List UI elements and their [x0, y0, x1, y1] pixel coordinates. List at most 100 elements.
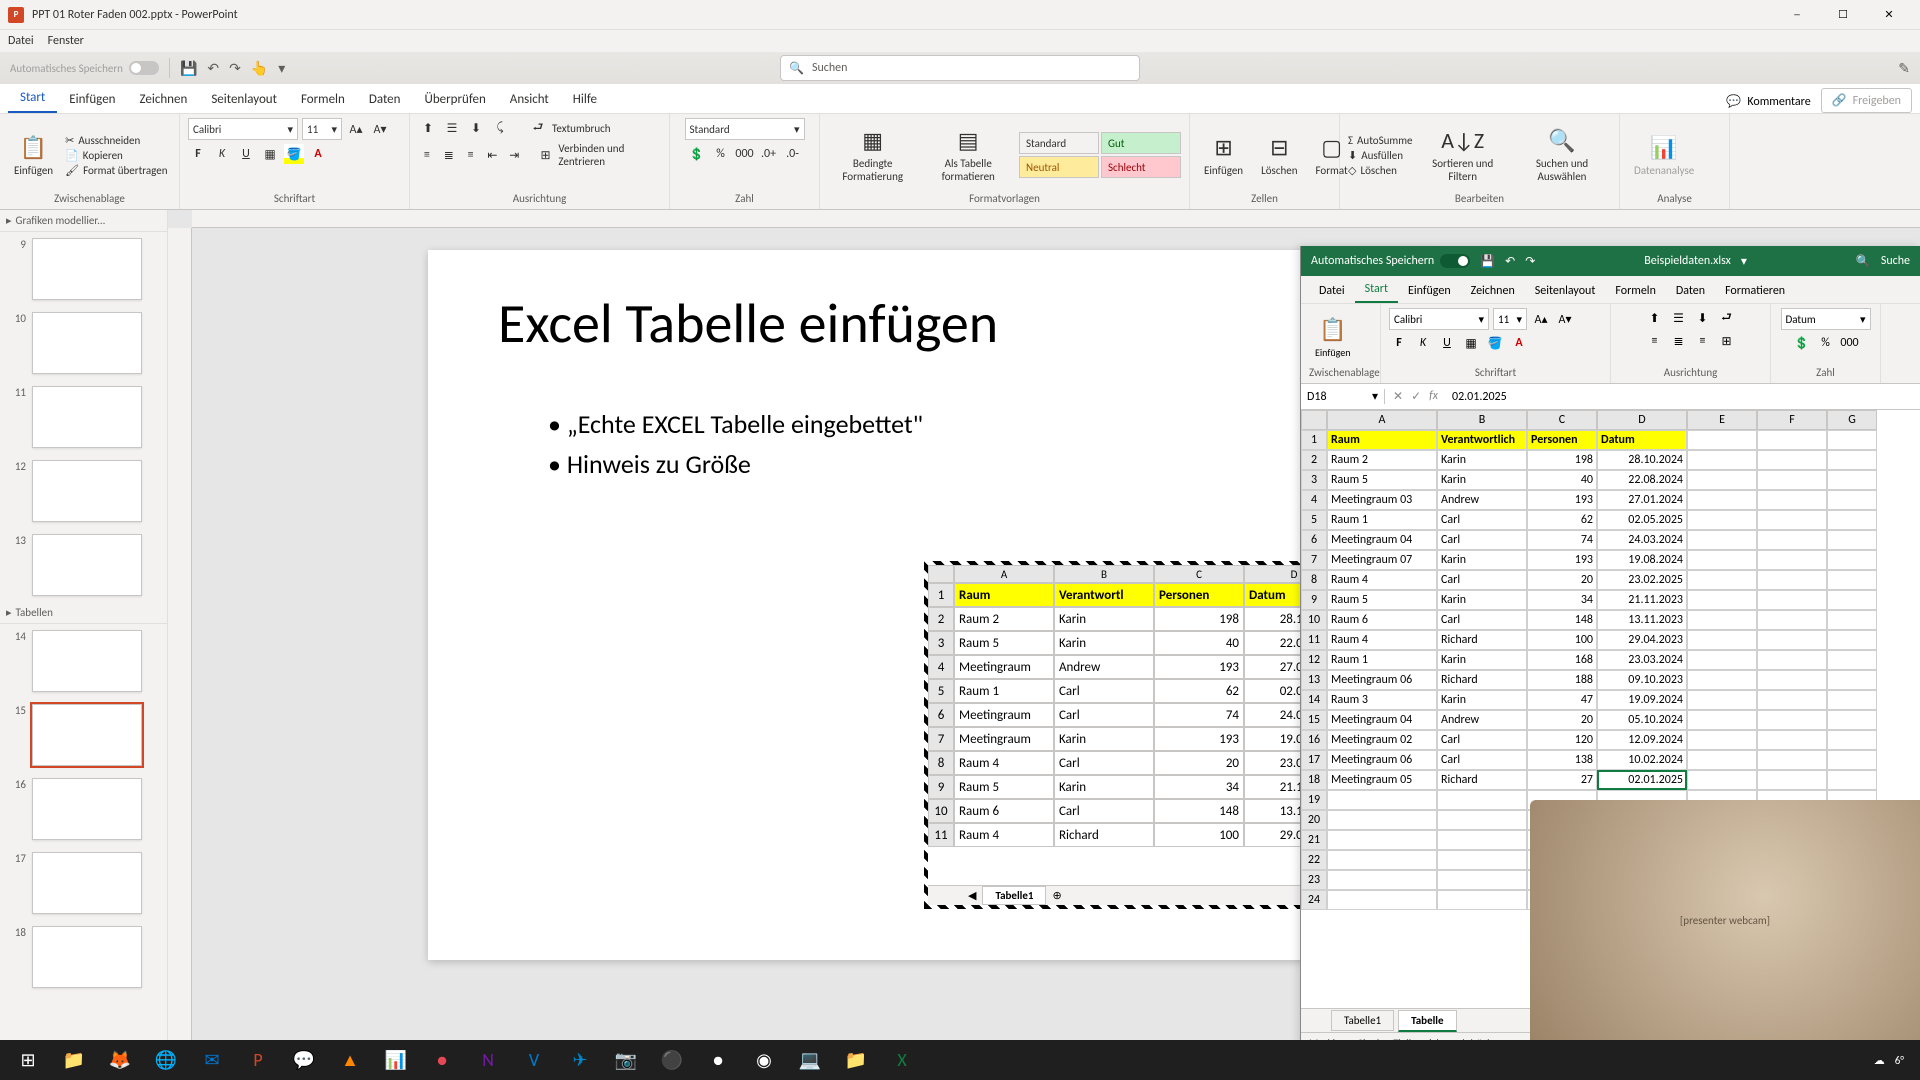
shrink-font-icon[interactable]: A▾ — [370, 119, 390, 139]
align-left-icon[interactable]: ≡ — [418, 145, 436, 165]
minimize-button[interactable]: ─ — [1774, 0, 1820, 30]
taskbar-app7-icon[interactable]: 💻 — [788, 1042, 832, 1078]
embedded-sheet-tab[interactable]: Tabelle1 — [982, 886, 1046, 905]
excel-paste-button[interactable]: 📋Einfügen — [1309, 312, 1357, 363]
redo-icon[interactable]: ↷ — [229, 60, 241, 77]
delete-cells-button[interactable]: ⊟Löschen — [1255, 130, 1303, 181]
excel-tab-datei[interactable]: Datei — [1309, 279, 1355, 303]
excel-shrink-font-icon[interactable]: A▾ — [1555, 309, 1575, 329]
taskbar-explorer-icon[interactable]: 📁 — [52, 1042, 96, 1078]
excel-tab-daten[interactable]: Daten — [1666, 279, 1715, 303]
undo-icon[interactable]: ↶ — [207, 60, 219, 77]
font-color-icon[interactable]: A — [308, 144, 328, 164]
excel-align-left-icon[interactable]: ≡ — [1645, 331, 1665, 351]
taskbar-obs-icon[interactable]: ⚫ — [650, 1042, 694, 1078]
save-icon[interactable]: 💾 — [180, 60, 197, 77]
taskbar-chrome-icon[interactable]: 🌐 — [144, 1042, 188, 1078]
touch-mode-icon[interactable]: 👆 — [251, 60, 268, 77]
taskbar-app5-icon[interactable]: ● — [696, 1042, 740, 1078]
excel-grow-font-icon[interactable]: A▴ — [1531, 309, 1551, 329]
decimal-minus-icon[interactable]: .0- — [783, 144, 803, 164]
excel-bold-icon[interactable]: F — [1389, 333, 1409, 353]
excel-border-icon[interactable]: ▦ — [1461, 333, 1481, 353]
taskbar-onenote-icon[interactable]: N — [466, 1042, 510, 1078]
bold-icon[interactable]: F — [188, 144, 208, 164]
data-analysis-button[interactable]: 📊Datenanalyse — [1628, 130, 1700, 181]
taskbar-app2-icon[interactable]: 📊 — [374, 1042, 418, 1078]
weather-icon[interactable]: ☁ — [1874, 1054, 1885, 1067]
excel-tab-formeln[interactable]: Formeln — [1605, 279, 1665, 303]
excel-percent-icon[interactable]: % — [1816, 333, 1836, 353]
italic-icon[interactable]: K — [212, 144, 232, 164]
excel-tab-zeichnen[interactable]: Zeichnen — [1461, 279, 1525, 303]
tab-start[interactable]: Start — [8, 84, 57, 113]
fx-cancel-icon[interactable]: ✕ — [1393, 389, 1403, 404]
underline-icon[interactable]: U — [236, 144, 256, 164]
taskbar-vscode-icon[interactable]: V — [512, 1042, 556, 1078]
taskbar-app-icon[interactable]: 💬 — [282, 1042, 326, 1078]
excel-sheet-tab-1[interactable]: Tabelle1 — [1331, 1010, 1394, 1031]
start-button[interactable]: ⊞ — [6, 1042, 50, 1078]
excel-align-right-icon[interactable]: ≡ — [1693, 331, 1713, 351]
taskbar-app4-icon[interactable]: 📷 — [604, 1042, 648, 1078]
percent-icon[interactable]: % — [711, 144, 731, 164]
fx-icon[interactable]: fx — [1429, 389, 1438, 404]
excel-tab-seitenlayout[interactable]: Seitenlayout — [1525, 279, 1606, 303]
excel-tab-start[interactable]: Start — [1355, 277, 1398, 303]
border-icon[interactable]: ▦ — [260, 144, 280, 164]
slide-thumb-11[interactable]: 11 — [0, 380, 167, 454]
sort-filter-button[interactable]: A↓ZSortieren und Filtern — [1418, 123, 1507, 187]
excel-redo-icon[interactable]: ↷ — [1525, 254, 1535, 269]
slide-thumb-13[interactable]: 13 — [0, 528, 167, 602]
maximize-button[interactable]: ☐ — [1820, 0, 1866, 30]
taskbar-app3-icon[interactable]: ● — [420, 1042, 464, 1078]
slide-thumb-16[interactable]: 16 — [0, 772, 167, 846]
excel-align-center-icon[interactable]: ≣ — [1669, 331, 1689, 351]
excel-align-top-icon[interactable]: ⬆ — [1645, 308, 1665, 328]
copy-button[interactable]: 📄 Kopieren — [65, 149, 167, 162]
excel-align-bot-icon[interactable]: ⬇ — [1693, 308, 1713, 328]
grow-font-icon[interactable]: A▴ — [346, 119, 366, 139]
menu-datei[interactable]: Datei — [8, 34, 34, 48]
share-button[interactable]: 🔗 Freigeben — [1821, 88, 1912, 113]
tab-zeichnen[interactable]: Zeichnen — [128, 86, 200, 113]
excel-underline-icon[interactable]: U — [1437, 333, 1457, 353]
indent-more-icon[interactable]: ⇥ — [505, 145, 523, 165]
decimal-plus-icon[interactable]: .0+ — [759, 144, 779, 164]
fx-confirm-icon[interactable]: ✓ — [1411, 389, 1421, 404]
fill-button[interactable]: ⬇ Ausfüllen — [1348, 149, 1412, 162]
search-input[interactable]: 🔍 Suchen — [780, 55, 1140, 81]
slide-thumb-12[interactable]: 12 — [0, 454, 167, 528]
cut-button[interactable]: ✂ Ausschneiden — [65, 134, 167, 147]
taskbar-excel-icon[interactable]: X — [880, 1042, 924, 1078]
excel-save-icon[interactable]: 💾 — [1480, 254, 1495, 269]
tab-hilfe[interactable]: Hilfe — [561, 86, 609, 113]
excel-align-mid-icon[interactable]: ☰ — [1669, 308, 1689, 328]
menu-fenster[interactable]: Fenster — [48, 34, 84, 48]
thumbnail-pane[interactable]: ▸ Grafiken modellier... 910111213 ▸ Tabe… — [0, 210, 168, 1054]
align-top-icon[interactable]: ⬆ — [418, 118, 438, 138]
taskbar-vlc-icon[interactable]: ▲ — [328, 1042, 372, 1078]
align-center-icon[interactable]: ≣ — [440, 145, 458, 165]
close-button[interactable]: ✕ — [1866, 0, 1912, 30]
taskbar-telegram-icon[interactable]: ✈ — [558, 1042, 602, 1078]
as-table-button[interactable]: ▤Als Tabelle formatieren — [923, 123, 1013, 187]
excel-number-format-select[interactable]: Datum▾ — [1781, 308, 1871, 330]
find-select-button[interactable]: 🔍Suchen und Auswählen — [1513, 123, 1611, 187]
autosum-button[interactable]: Σ AutoSumme — [1348, 134, 1412, 147]
slide-thumb-17[interactable]: 17 — [0, 846, 167, 920]
autosave-toggle[interactable]: Automatisches Speichern — [10, 61, 159, 75]
slide-thumb-14[interactable]: 14 — [0, 624, 167, 698]
excel-autosave-toggle[interactable]: Automatisches Speichern — [1311, 254, 1470, 268]
format-painter-button[interactable]: 🖌 Format übertragen — [65, 164, 167, 177]
style-standard[interactable]: Standard — [1019, 132, 1099, 154]
slide-thumb-15[interactable]: 15 — [0, 698, 167, 772]
ribbon-collapse-icon[interactable]: ✎ — [1898, 60, 1910, 77]
excel-fill-icon[interactable]: 🪣 — [1485, 333, 1505, 353]
excel-italic-icon[interactable]: K — [1413, 333, 1433, 353]
paste-button[interactable]: 📋Einfügen — [8, 130, 59, 181]
taskbar-firefox-icon[interactable]: 🦊 — [98, 1042, 142, 1078]
slide-thumb-9[interactable]: 9 — [0, 232, 167, 306]
style-neutral[interactable]: Neutral — [1019, 156, 1099, 178]
style-good[interactable]: Gut — [1101, 132, 1181, 154]
